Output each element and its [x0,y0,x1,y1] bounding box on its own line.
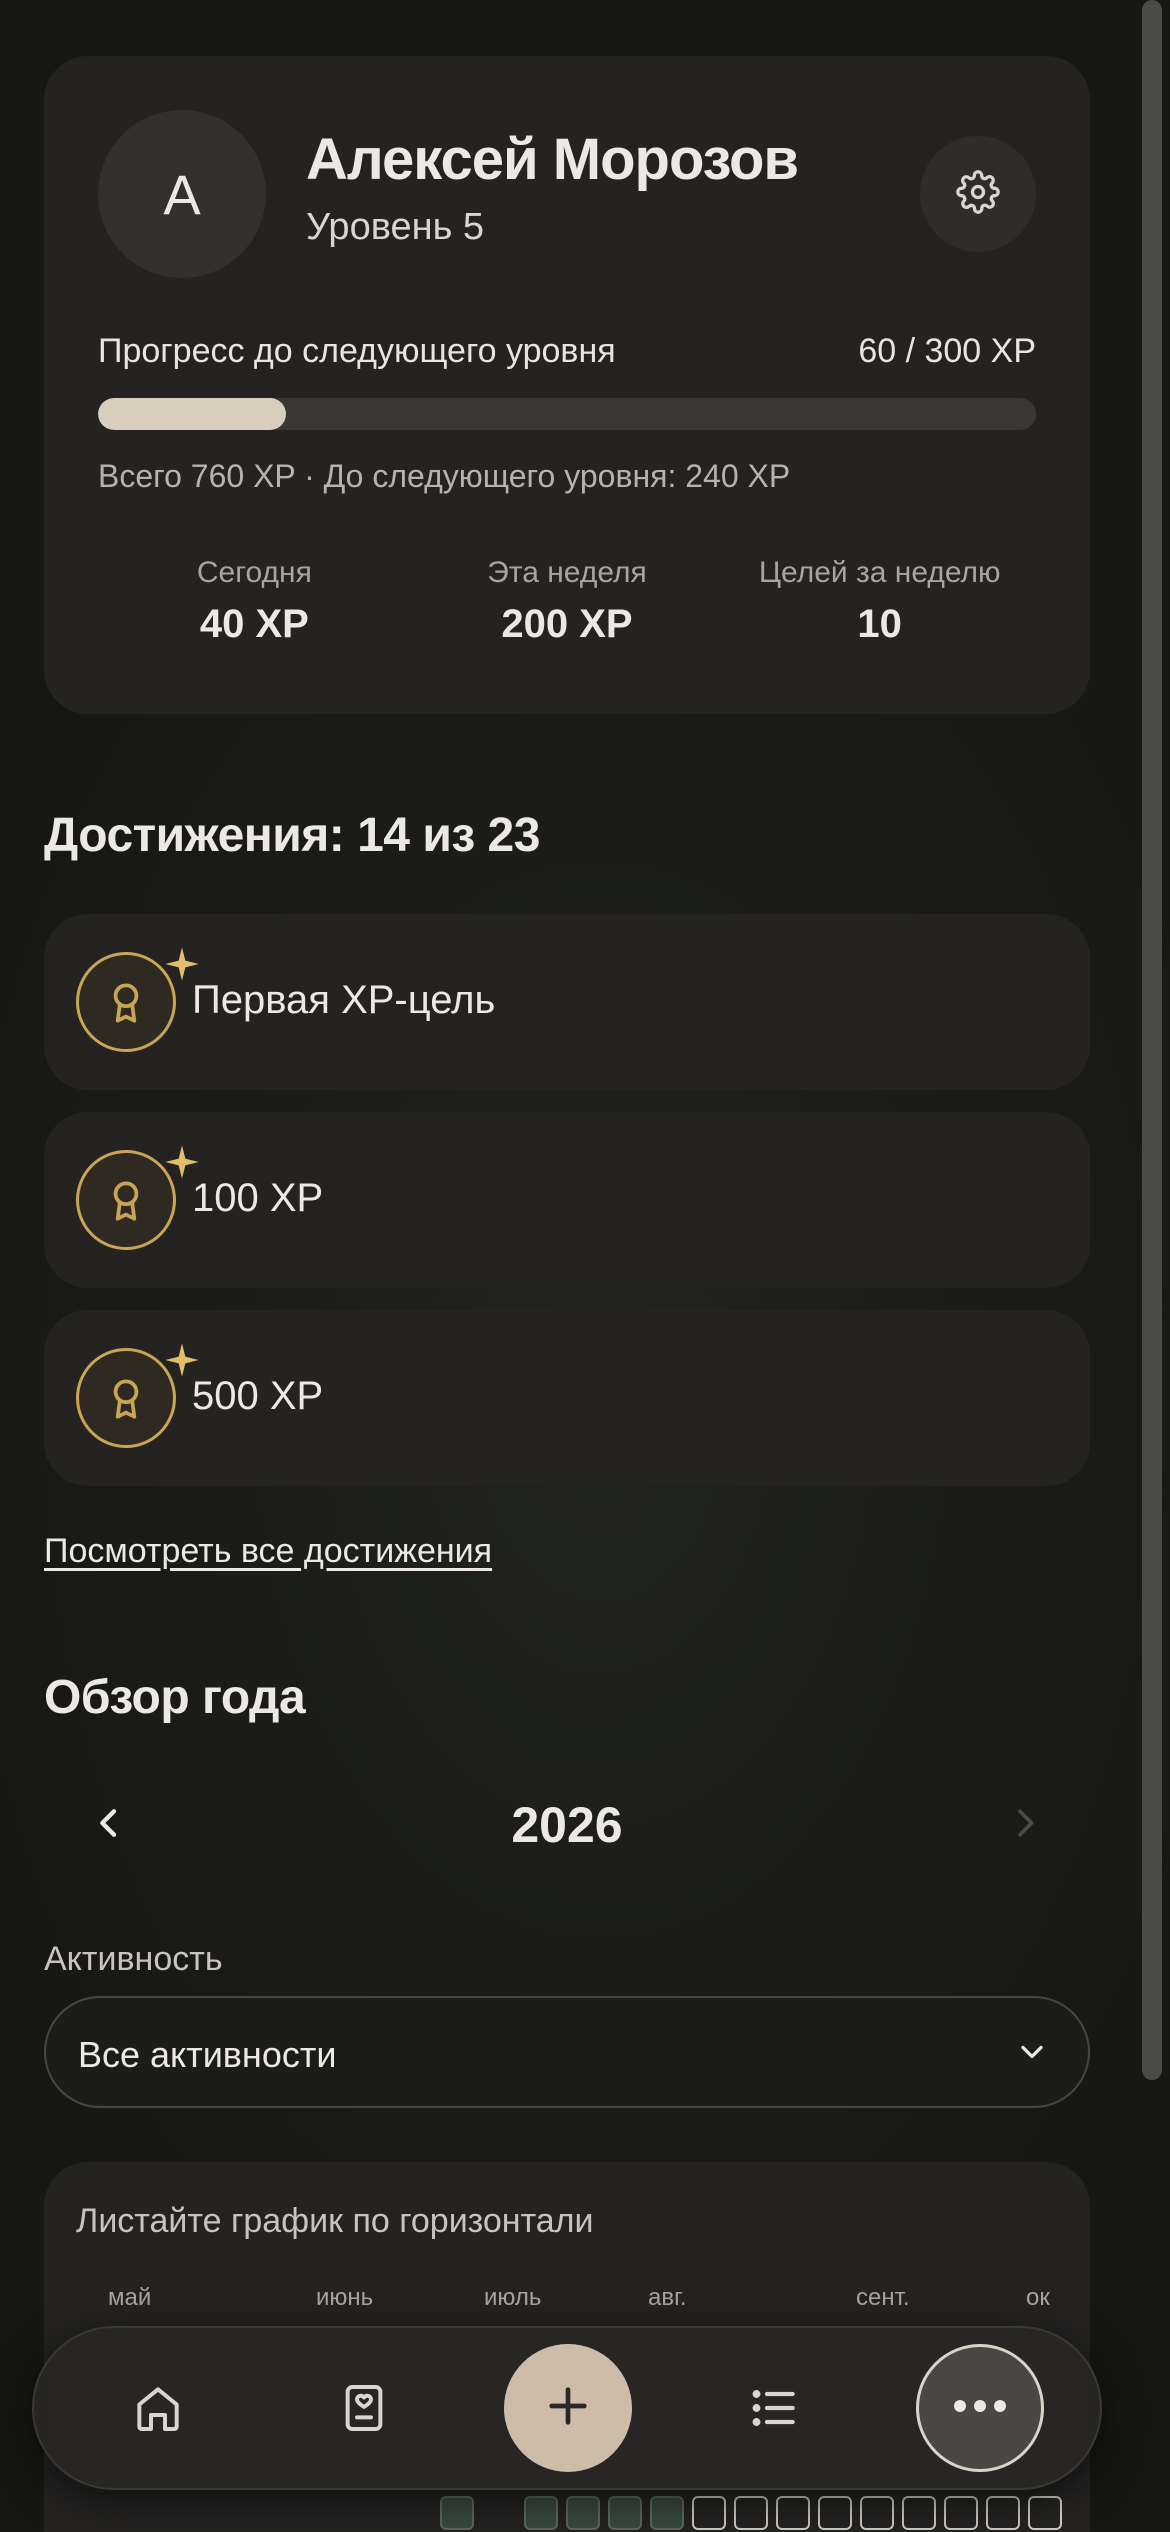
heatmap-cell [440,2496,474,2530]
stat-value: 200 XP [501,602,633,646]
achievement-label: Первая XP-цель [192,978,496,1022]
stat-value: 40 XP [199,602,309,646]
medal-icon [76,1348,176,1448]
medal-icon [76,1150,176,1250]
user-level: Уровень 5 [306,206,485,248]
stat-label: Сегодня [196,556,312,589]
month-label: июнь [316,2284,374,2311]
year-overview-title: Обзор года [44,1671,306,1724]
chevron-right-icon [1005,1803,1045,1848]
heatmap-cell [944,2496,978,2530]
heatmap-cell [650,2496,684,2530]
settings-button[interactable] [920,136,1036,252]
heatmap-cell [986,2496,1020,2530]
bottom-navigation [32,2326,1102,2490]
stat-value: 10 [857,602,902,646]
heatmap-cell [566,2496,600,2530]
nav-home-button[interactable] [118,2370,198,2450]
month-label: сент. [856,2284,910,2311]
more-button[interactable] [916,2344,1044,2472]
month-label: май [108,2284,152,2311]
gear-icon [956,169,1000,219]
heatmap-cell [524,2496,558,2530]
achievement-item[interactable]: 500 XP [44,1310,1090,1486]
activity-select-value: Все активности [78,2034,337,2075]
avatar: А [98,110,266,278]
heatmap-cell [902,2496,936,2530]
journal-icon [336,2380,392,2441]
year-label: 2026 [511,1797,623,1853]
heatmap-cell [776,2496,810,2530]
stat-today: Сегодня 40 XP [98,556,411,647]
progress-value: 60 / 300 XP [858,332,1036,370]
activity-label: Активность [44,1940,223,1978]
profile-card: А Алексей Морозов Уровень 5 Прогресс до … [44,56,1090,714]
progress-bar-fill [98,398,286,430]
achievement-label: 100 XP [192,1176,324,1220]
list-icon [746,2380,802,2441]
heatmap-cell [860,2496,894,2530]
achievement-item[interactable]: Первая XP-цель [44,914,1090,1090]
month-label: июль [484,2284,542,2311]
progress-label: Прогресс до следующего уровня [98,332,616,370]
next-year-button[interactable] [990,1790,1060,1860]
stat-label: Целей за неделю [758,556,1001,589]
stat-label: Эта неделя [487,556,647,589]
progress-summary: Всего 760 XP · До следующего уровня: 240… [98,458,791,494]
month-label: авг. [648,2284,687,2311]
year-navigator: 2026 [44,1780,1090,1870]
heatmap-cell [818,2496,852,2530]
achievements-title: Достижения: 14 из 23 [44,809,540,862]
scrollbar[interactable] [1142,0,1162,2080]
stat-week: Эта неделя 200 XP [411,556,724,647]
stat-goals: Целей за неделю 10 [723,556,1036,647]
month-label: ок [1026,2284,1050,2311]
more-icon [952,2396,1008,2421]
progress-bar [98,398,1036,430]
chart-scroll-hint: Листайте график по горизонтали [76,2202,594,2240]
heatmap-cell [734,2496,768,2530]
achievement-label: 500 XP [192,1374,324,1418]
stats-row: Сегодня 40 XP Эта неделя 200 XP Целей за… [98,556,1036,647]
see-all-achievements-link[interactable]: Посмотреть все достижения [44,1532,492,1571]
plus-icon [540,2378,596,2439]
user-name: Алексей Морозов [306,127,799,192]
chevron-down-icon [1014,2034,1050,2075]
medal-icon [76,952,176,1052]
heatmap-cell [1028,2496,1062,2530]
heatmap-cell [608,2496,642,2530]
home-icon [130,2380,186,2441]
nav-list-button[interactable] [734,2370,814,2450]
heatmap-row [524,2496,1062,2530]
nav-journal-button[interactable] [324,2370,404,2450]
add-button[interactable] [504,2344,632,2472]
heatmap-cell [692,2496,726,2530]
activity-select[interactable]: Все активности [44,1996,1090,2108]
achievement-item[interactable]: 100 XP [44,1112,1090,1288]
